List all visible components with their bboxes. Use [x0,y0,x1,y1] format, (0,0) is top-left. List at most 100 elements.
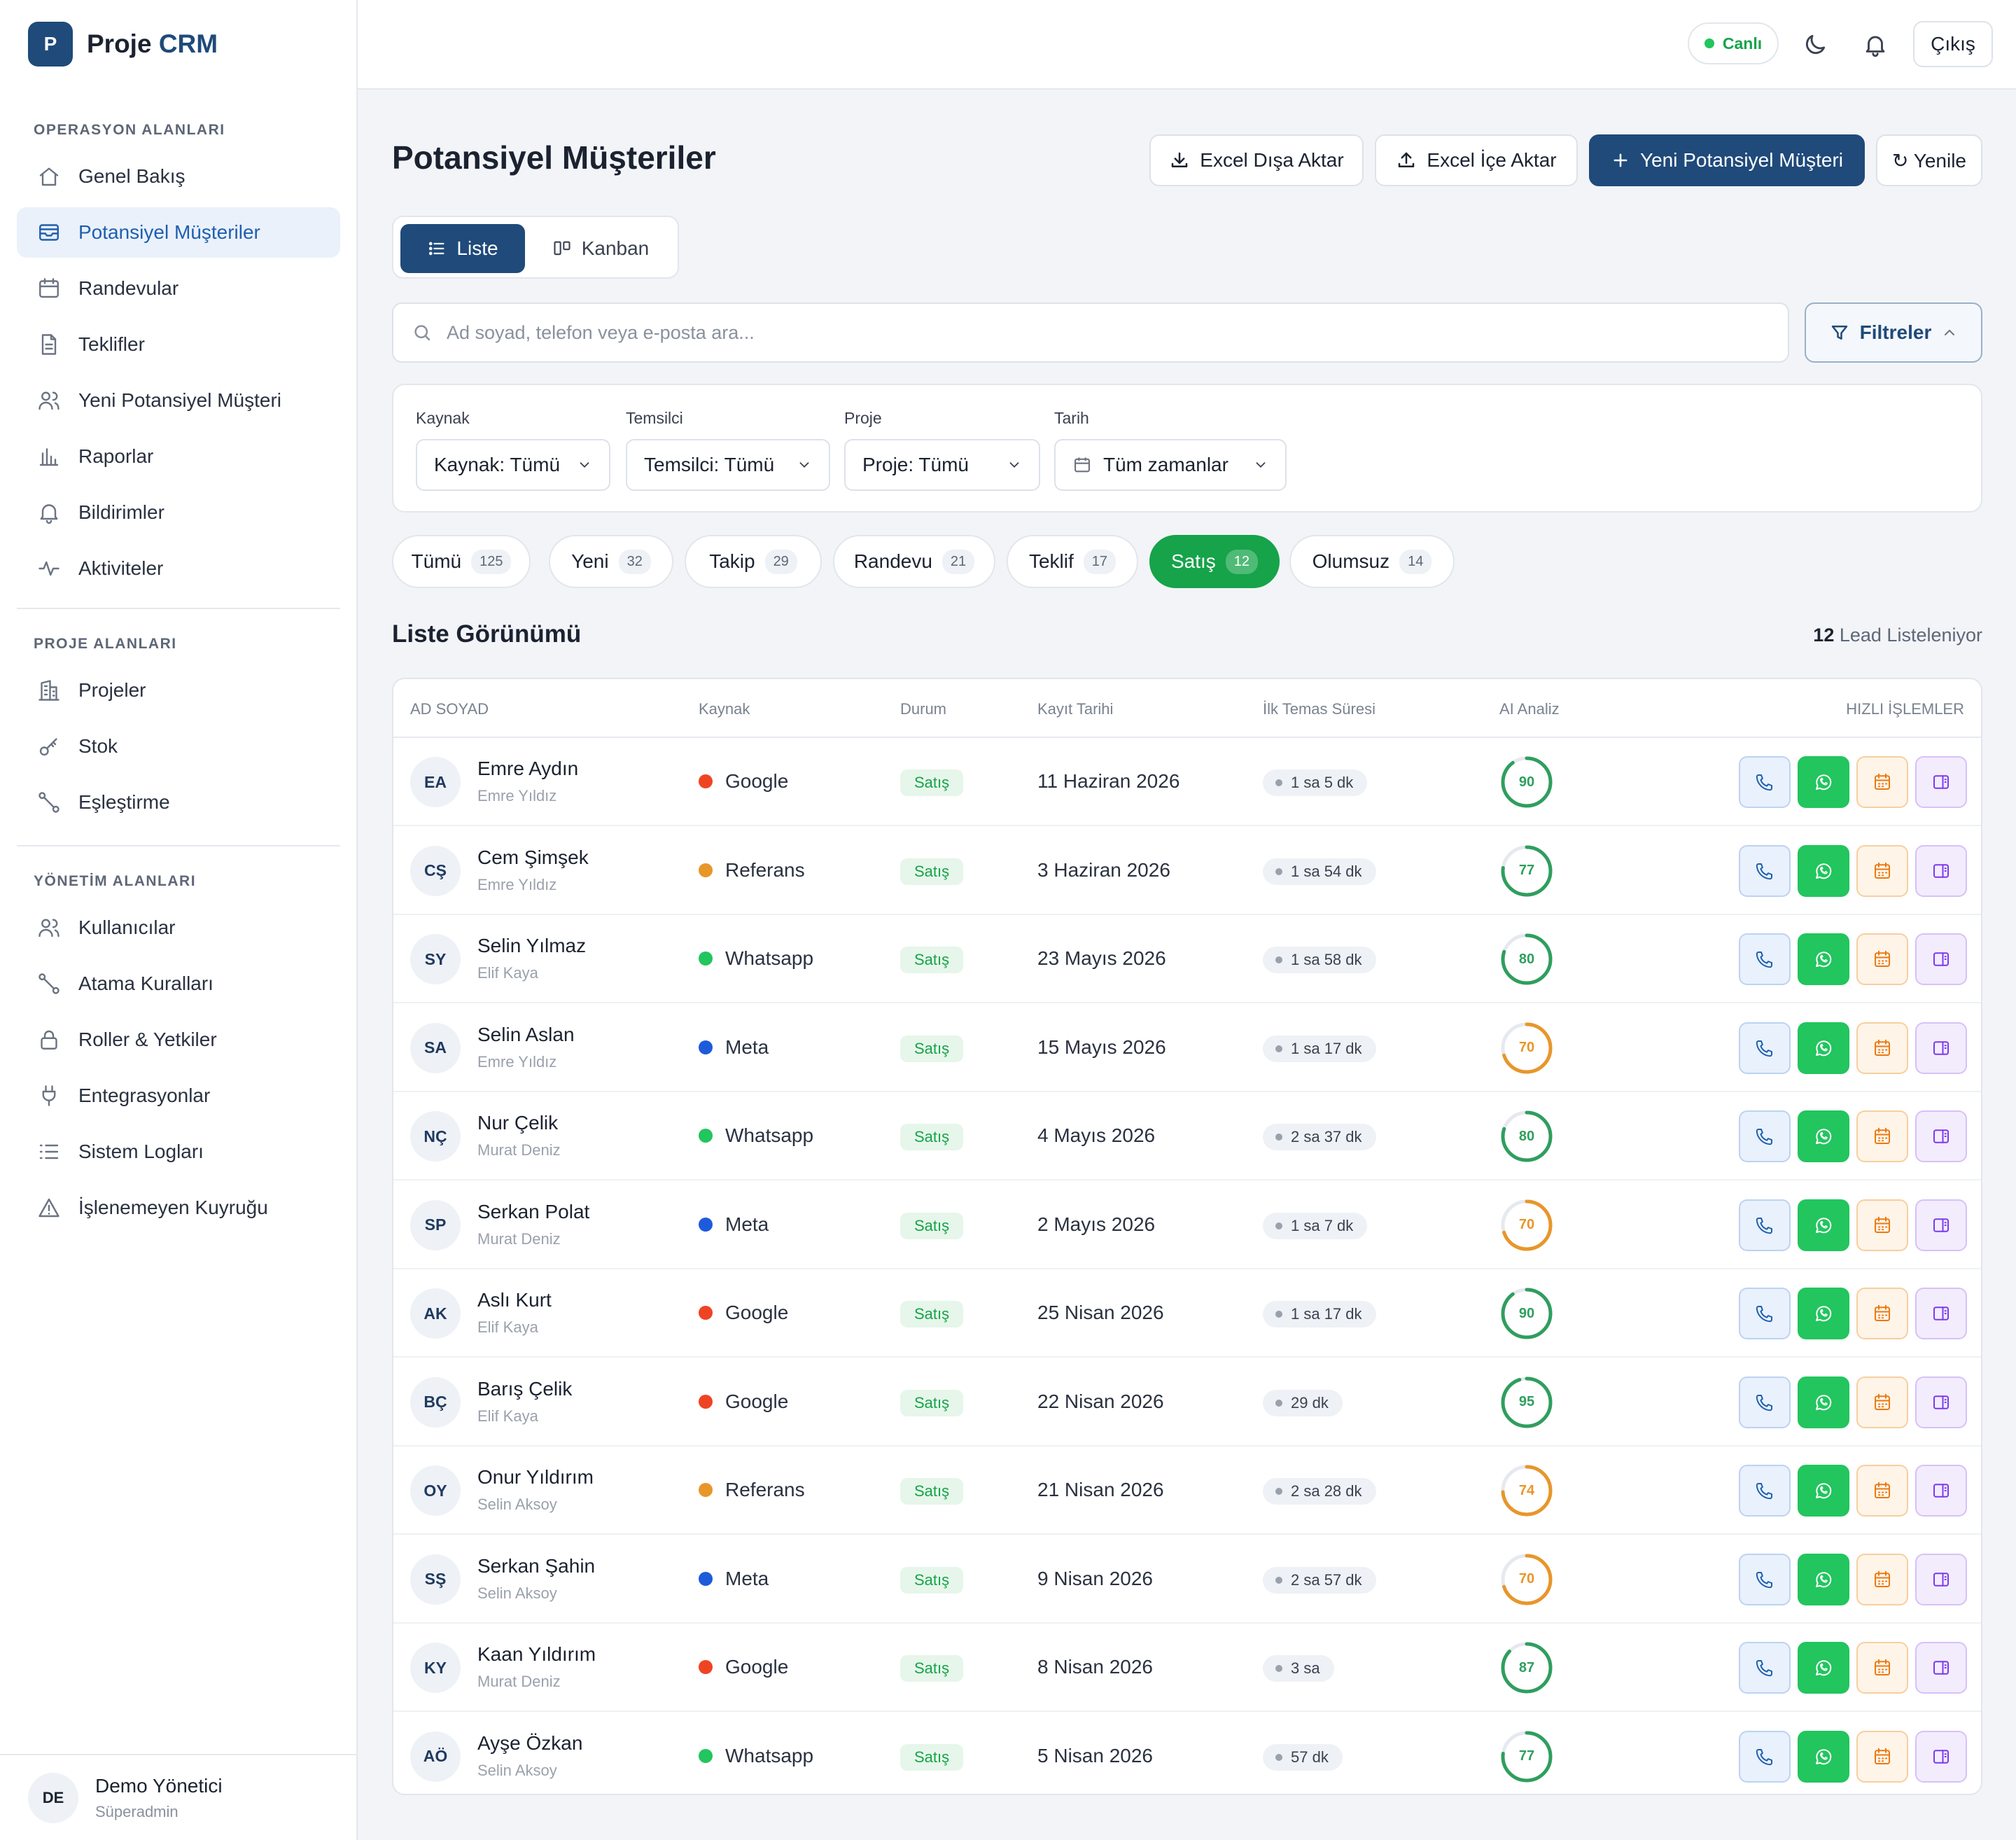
call-button[interactable] [1739,1110,1791,1162]
whatsapp-button[interactable] [1798,1288,1849,1339]
lead-name[interactable]: Aslı Kurt [477,1289,552,1311]
moon-icon[interactable] [1798,28,1832,62]
schedule-appointment-button[interactable] [1856,1022,1908,1074]
whatsapp-button[interactable] [1798,1022,1849,1074]
sidebar-item-raporlar[interactable]: Raporlar [17,431,340,482]
table-row[interactable]: CŞ Cem Şimşek Emre Yıldız Referans Satış… [393,827,1981,915]
logout-button[interactable]: Çıkış [1913,21,1993,67]
sidebar-item-kullanıcılar[interactable]: Kullanıcılar [17,902,340,953]
sidebar-item-bildirimler[interactable]: Bildirimler [17,487,340,538]
open-detail-panel-button[interactable] [1915,1465,1967,1517]
open-detail-panel-button[interactable] [1915,933,1967,985]
table-row[interactable]: AK Aslı Kurt Elif Kaya Google Satış 25 N… [393,1269,1981,1358]
call-button[interactable] [1739,1376,1791,1428]
sidebar-item-aktiviteler[interactable]: Aktiviteler [17,543,340,594]
call-button[interactable] [1739,844,1791,897]
table-row[interactable]: SY Selin Yılmaz Elif Kaya Whatsapp Satış… [393,915,1981,1003]
col-header-name[interactable]: AD SOYAD [410,700,489,718]
call-button[interactable] [1739,1199,1791,1251]
table-row[interactable]: EA Emre Aydın Emre Yıldız Google Satış 1… [393,738,1981,826]
schedule-appointment-button[interactable] [1856,844,1908,897]
sidebar-item-atama-kuralları[interactable]: Atama Kuralları [17,959,340,1009]
search-input[interactable] [447,321,1707,344]
sidebar-item-entegrasyonlar[interactable]: Entegrasyonlar [17,1071,340,1121]
status-tab-5[interactable]: Satış 12 [1149,535,1280,588]
schedule-appointment-button[interactable] [1856,1288,1908,1339]
whatsapp-button[interactable] [1798,933,1849,985]
open-detail-panel-button[interactable] [1915,1730,1967,1783]
whatsapp-button[interactable] [1798,756,1849,808]
project-select[interactable]: Proje: Tümü [844,439,1040,491]
sidebar-item-potansiyel-müşteriler[interactable]: Potansiyel Müşteriler [17,207,340,258]
lead-name[interactable]: Ayşe Özkan [477,1732,582,1755]
table-row[interactable]: NÇ Nur Çelik Murat Deniz Whatsapp Satış … [393,1092,1981,1180]
call-button[interactable] [1739,756,1791,808]
source-select[interactable]: Kaynak: Tümü [416,439,610,491]
tab-kanban-view[interactable]: Kanban [531,224,671,273]
lead-name[interactable]: Serkan Şahin [477,1555,595,1577]
lead-name[interactable]: Serkan Polat [477,1201,589,1223]
lead-name[interactable]: Selin Aslan [477,1024,575,1046]
sidebar-item-sistem-logları[interactable]: Sistem Logları [17,1127,340,1177]
schedule-appointment-button[interactable] [1856,1730,1908,1783]
schedule-appointment-button[interactable] [1856,1642,1908,1694]
call-button[interactable] [1739,933,1791,985]
col-header-date[interactable]: Kayıt Tarihi [1037,700,1113,718]
lead-name[interactable]: Selin Yılmaz [477,935,586,957]
table-row[interactable]: SŞ Serkan Şahin Selin Aksoy Meta Satış 9… [393,1535,1981,1624]
schedule-appointment-button[interactable] [1856,756,1908,808]
date-select[interactable]: Tüm zamanlar [1054,439,1287,491]
sidebar-item-eşleştirme[interactable]: Eşleştirme [17,777,340,828]
status-tab-3[interactable]: Randevu 21 [833,535,995,588]
refresh-button[interactable]: ↻ Yenile [1876,134,1982,186]
call-button[interactable] [1739,1465,1791,1517]
open-detail-panel-button[interactable] [1915,1022,1967,1074]
schedule-appointment-button[interactable] [1856,1110,1908,1162]
open-detail-panel-button[interactable] [1915,1199,1967,1251]
excel-import-button[interactable]: Excel İçe Aktar [1375,134,1578,186]
whatsapp-button[interactable] [1798,844,1849,897]
open-detail-panel-button[interactable] [1915,1376,1967,1428]
tab-list-view[interactable]: Liste [400,224,525,273]
schedule-appointment-button[interactable] [1856,1553,1908,1605]
schedule-appointment-button[interactable] [1856,1199,1908,1251]
sidebar-item-yeni-potansiyel-müşteri[interactable]: Yeni Potansiyel Müşteri [17,375,340,426]
col-header-first-contact[interactable]: İlk Temas Süresi [1263,700,1376,718]
status-tab-6[interactable]: Olumsuz 14 [1289,535,1455,588]
table-row[interactable]: SP Serkan Polat Murat Deniz Meta Satış 2… [393,1181,1981,1269]
sidebar-item-i-şlenemeyen-kuyruğu[interactable]: İşlenemeyen Kuyruğu [17,1183,340,1233]
open-detail-panel-button[interactable] [1915,1288,1967,1339]
open-detail-panel-button[interactable] [1915,756,1967,808]
col-header-status[interactable]: Durum [900,700,946,718]
whatsapp-button[interactable] [1798,1376,1849,1428]
lead-name[interactable]: Emre Aydın [477,758,578,780]
bell-icon[interactable] [1858,28,1892,62]
open-detail-panel-button[interactable] [1915,1110,1967,1162]
table-row[interactable]: OY Onur Yıldırım Selin Aksoy Referans Sa… [393,1447,1981,1535]
lead-name[interactable]: Cem Şimşek [477,846,589,869]
table-row[interactable]: BÇ Barış Çelik Elif Kaya Google Satış 22… [393,1358,1981,1447]
whatsapp-button[interactable] [1798,1199,1849,1251]
call-button[interactable] [1739,1022,1791,1074]
col-header-source[interactable]: Kaynak [699,700,750,718]
user-profile[interactable]: DE Demo Yönetici Süperadmin [0,1754,356,1840]
brand-logo[interactable]: P Proje CRM [28,21,218,67]
whatsapp-button[interactable] [1798,1465,1849,1517]
open-detail-panel-button[interactable] [1915,1553,1967,1605]
sidebar-item-roller-yetkiler[interactable]: Roller & Yetkiler [17,1015,340,1065]
call-button[interactable] [1739,1642,1791,1694]
sidebar-item-randevular[interactable]: Randevular [17,263,340,314]
whatsapp-button[interactable] [1798,1730,1849,1783]
open-detail-panel-button[interactable] [1915,844,1967,897]
status-tab-0[interactable]: Tümü 125 [392,535,531,588]
lead-name[interactable]: Onur Yıldırım [477,1466,594,1489]
agent-select[interactable]: Temsilci: Tümü [626,439,830,491]
schedule-appointment-button[interactable] [1856,1376,1908,1428]
whatsapp-button[interactable] [1798,1642,1849,1694]
filters-toggle-button[interactable]: Filtreler [1805,302,1982,363]
table-row[interactable]: SA Selin Aslan Emre Yıldız Meta Satış 15… [393,1004,1981,1092]
sidebar-item-stok[interactable]: Stok [17,721,340,772]
whatsapp-button[interactable] [1798,1110,1849,1162]
call-button[interactable] [1739,1553,1791,1605]
sidebar-item-genel-bakış[interactable]: Genel Bakış [17,151,340,202]
